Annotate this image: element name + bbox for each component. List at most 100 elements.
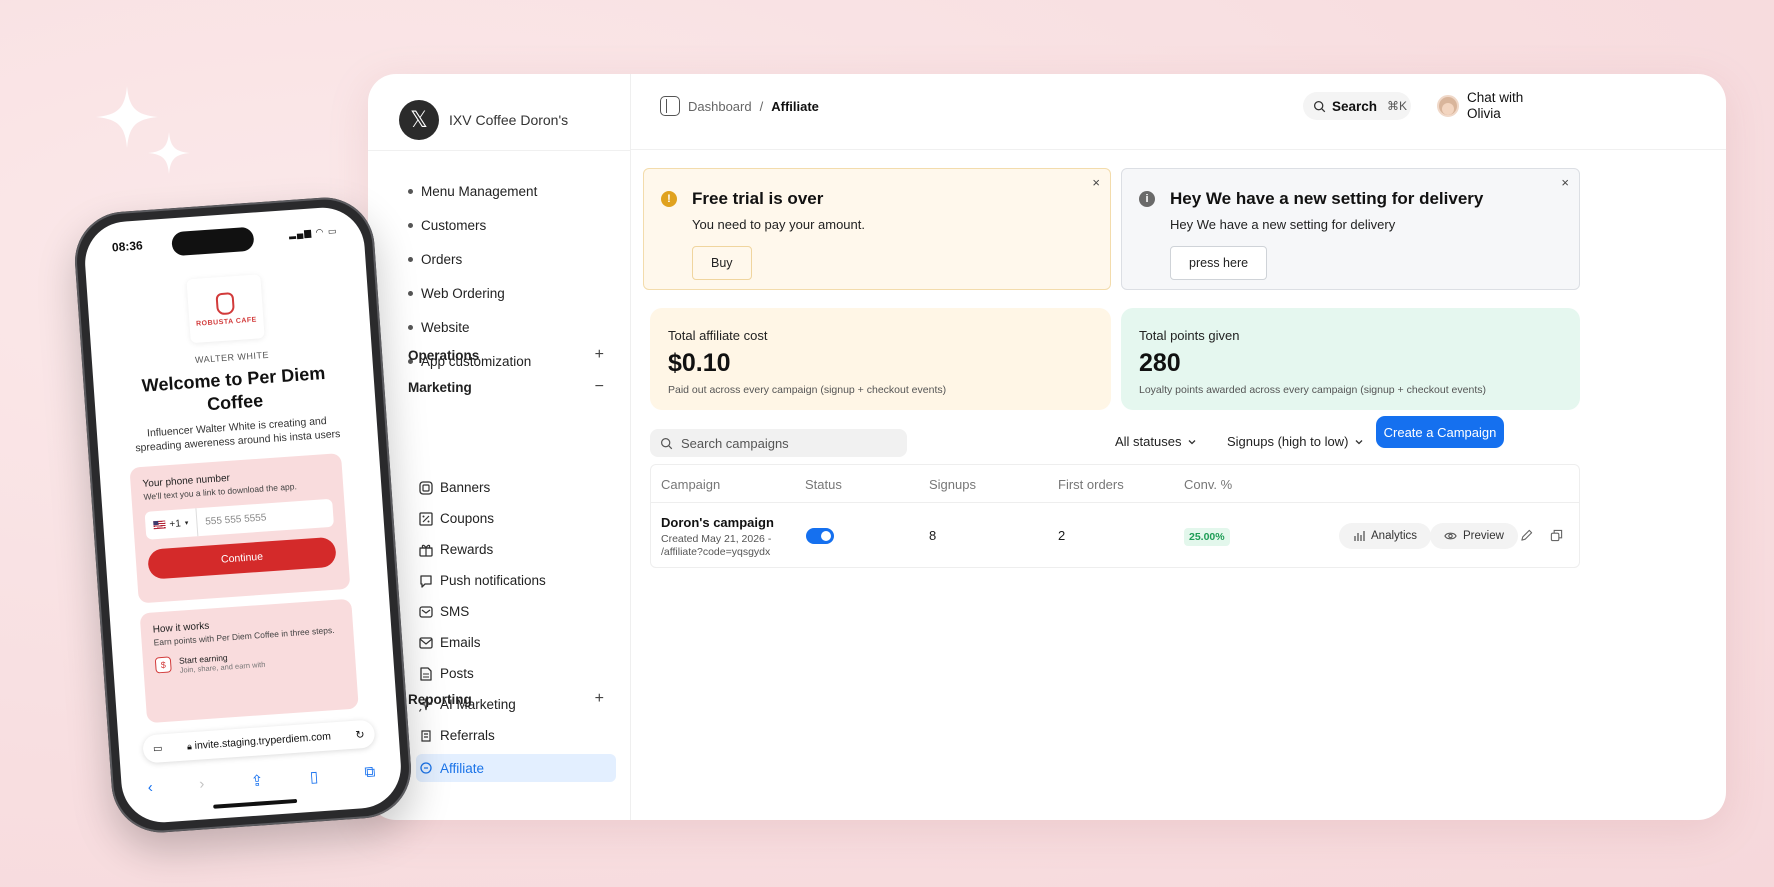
sparkle-small-icon (148, 132, 190, 174)
nav-item-website[interactable]: Website (408, 310, 620, 344)
section-reporting[interactable]: Reporting + (408, 690, 604, 708)
chevron-down-icon (1189, 439, 1196, 444)
signups-cell: 8 (929, 528, 937, 543)
affiliate-icon (420, 762, 432, 774)
referral-icon (421, 729, 431, 742)
plus-icon[interactable]: + (595, 346, 604, 364)
search-icon (661, 437, 673, 449)
campaign-search-input[interactable] (681, 435, 901, 451)
campaign-search (650, 429, 907, 457)
sidebar-item-emails[interactable]: Emails (416, 627, 616, 658)
sidebar-item-affiliate[interactable]: Affiliate (416, 754, 616, 782)
buy-button[interactable]: Buy (692, 246, 752, 280)
share-icon[interactable]: ⇪ (250, 771, 264, 790)
nav-item-web-ordering[interactable]: Web Ordering (408, 276, 620, 310)
home-indicator (213, 798, 298, 809)
column-conversion[interactable]: Conv. % (1184, 477, 1232, 492)
info-icon: i (1139, 191, 1155, 207)
free-trial-alert: ! Free trial is over You need to pay you… (643, 168, 1111, 290)
column-first-orders[interactable]: First orders (1058, 477, 1124, 492)
brand[interactable]: 𝕏 IXV Coffee Doron's (399, 100, 568, 140)
lock-icon: 🔒︎ (186, 741, 193, 752)
edit-icon[interactable] (1520, 529, 1533, 547)
browser-address-bar[interactable]: ▭ 🔒︎ invite.staging.tryperdiem.com ↻ (142, 719, 376, 764)
column-signups[interactable]: Signups (929, 477, 976, 492)
reload-icon[interactable]: ↻ (355, 728, 365, 742)
section-operations[interactable]: Operations + (408, 346, 604, 364)
duplicate-icon[interactable] (1550, 529, 1563, 547)
column-status[interactable]: Status (805, 477, 842, 492)
chat-label: Chat with Olivia (1467, 90, 1524, 121)
tabs-icon[interactable]: ⧉ (364, 763, 376, 782)
sort-dropdown[interactable]: Signups (high to low) (1227, 434, 1364, 449)
stat-points-given: Total points given 280 Loyalty points aw… (1121, 308, 1580, 410)
nav-item-orders[interactable]: Orders (408, 242, 620, 276)
create-campaign-button[interactable]: Create a Campaign (1376, 416, 1504, 448)
country-code-select[interactable]: +1 ▾ (144, 508, 199, 540)
phone-time: 08:36 (111, 238, 144, 255)
sidebar-item-referrals[interactable]: Referrals (416, 720, 616, 751)
breadcrumb: Dashboard / Affiliate (660, 96, 819, 116)
phone-mockup: 08:36 ▂▄▆ ◠ ▭ ROBUSTA CAFE WALTER WHITE … (71, 194, 415, 836)
sidebar-item-posts[interactable]: Posts (416, 658, 616, 689)
sidebar-item-banners[interactable]: Banners (416, 472, 616, 503)
table-header: Campaign Status Signups First orders Con… (651, 465, 1579, 503)
message-icon (419, 605, 433, 618)
table-row[interactable]: Doron's campaign Created May 21, 2026 - … (651, 503, 1579, 569)
campaign-cell: Doron's campaign Created May 21, 2026 - … (661, 515, 774, 559)
campaigns-table: Campaign Status Signups First orders Con… (650, 464, 1580, 568)
nav-item-menu-management[interactable]: Menu Management (408, 174, 620, 208)
bookmarks-icon[interactable]: ▯ (309, 767, 318, 786)
reader-icon[interactable]: ▭ (153, 743, 163, 755)
close-icon[interactable]: × (1561, 175, 1569, 190)
banner-icon (419, 480, 433, 495)
sidebar-item-push-notifications[interactable]: Push notifications (416, 565, 616, 596)
welcome-heading: Welcome to Per Diem Coffee (141, 362, 326, 415)
chevron-down-icon (1355, 439, 1363, 444)
campaign-path: /affiliate?code=yqsgydx (661, 546, 771, 558)
browser-toolbar: ‹ › ⇪ ▯ ⧉ (147, 763, 376, 797)
cup-icon (215, 291, 235, 315)
chat-button[interactable]: Chat with Olivia (1437, 90, 1537, 122)
first-orders-cell: 2 (1058, 528, 1066, 543)
campaign-name[interactable]: Doron's campaign (661, 515, 774, 530)
continue-button[interactable]: Continue (147, 536, 337, 580)
analytics-button[interactable]: Analytics (1339, 523, 1432, 549)
nav-item-customers[interactable]: Customers (408, 208, 620, 242)
status-cell (806, 528, 834, 544)
step-icon: $ (154, 656, 172, 674)
bullet-icon (408, 324, 413, 330)
alert-title: Hey We have a new setting for delivery (1170, 189, 1484, 208)
back-icon[interactable]: ‹ (147, 779, 153, 797)
phone-signup-card: Your phone number We'll text you a link … (129, 453, 351, 604)
brand-name: IXV Coffee Doron's (449, 112, 569, 128)
stat-value: 280 (1139, 349, 1181, 377)
warning-icon: ! (661, 191, 677, 207)
sidebar-item-coupons[interactable]: Coupons (416, 503, 616, 534)
delivery-setting-alert: i Hey We have a new setting for delivery… (1121, 168, 1580, 290)
breadcrumb-dashboard[interactable]: Dashboard (688, 99, 752, 114)
stat-value: $0.10 (668, 349, 731, 377)
us-flag-icon (153, 520, 166, 530)
sidebar-item-rewards[interactable]: Rewards (416, 534, 616, 565)
sidebar-toggle-icon[interactable] (660, 96, 680, 116)
status-toggle[interactable] (806, 528, 834, 544)
brand-logo-icon: 𝕏 (399, 100, 439, 140)
global-search-button[interactable]: Search ⌘K (1303, 92, 1411, 120)
minus-icon[interactable]: − (595, 378, 604, 396)
stat-affiliate-cost: Total affiliate cost $0.10 Paid out acro… (650, 308, 1111, 410)
column-campaign[interactable]: Campaign (661, 477, 720, 492)
alert-message: Hey We have a new setting for delivery (1170, 217, 1396, 232)
preview-button[interactable]: Preview (1430, 523, 1518, 549)
section-marketing[interactable]: Marketing − (408, 378, 604, 396)
phone-number-field[interactable]: +1 ▾ 555 555 5555 (144, 498, 335, 540)
coupon-icon (419, 511, 433, 526)
close-icon[interactable]: × (1092, 175, 1100, 190)
press-here-button[interactable]: press here (1170, 246, 1268, 280)
plus-icon[interactable]: + (595, 690, 604, 708)
sidebar-item-sms[interactable]: SMS (416, 596, 616, 627)
alert-message: You need to pay your amount. (692, 217, 865, 232)
assistant-avatar (1437, 95, 1459, 117)
forward-icon[interactable]: › (199, 775, 205, 793)
status-filter-dropdown[interactable]: All statuses (1115, 434, 1197, 449)
